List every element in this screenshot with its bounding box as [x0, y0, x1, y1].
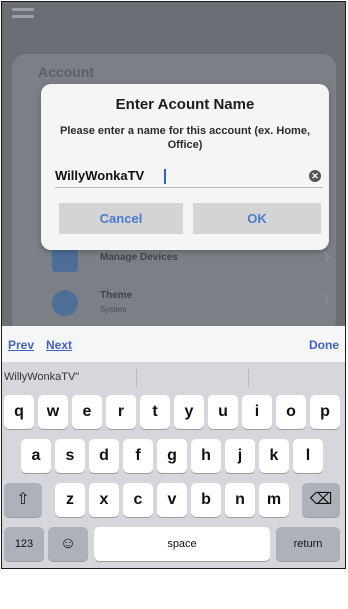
- done-button[interactable]: Done: [309, 338, 339, 352]
- key-x[interactable]: x: [89, 483, 119, 517]
- keyboard-accessory-bar: Prev Next Done: [2, 326, 345, 363]
- chevron-right-icon: ›: [324, 246, 330, 266]
- key-f[interactable]: f: [123, 439, 153, 473]
- account-name-input[interactable]: WillyWonkaTV ✕: [55, 168, 323, 188]
- suggestion-divider: [248, 369, 249, 387]
- key-j[interactable]: j: [225, 439, 255, 473]
- keyboard: WillyWonkaTV" q w e r t y u i o p a s d …: [2, 363, 345, 568]
- emoji-key[interactable]: ☺: [48, 527, 88, 561]
- key-d[interactable]: d: [89, 439, 119, 473]
- account-name-dialog: Enter Acount Name Please enter a name fo…: [41, 84, 329, 250]
- key-s[interactable]: s: [55, 439, 85, 473]
- theme-label: Theme: [100, 290, 133, 301]
- key-m[interactable]: m: [259, 483, 289, 517]
- account-name-value: WillyWonkaTV: [55, 168, 145, 183]
- phone-screen: Account Manage Devices › Theme System › …: [1, 1, 346, 569]
- key-l[interactable]: l: [293, 439, 323, 473]
- key-e[interactable]: e: [72, 395, 102, 429]
- key-o[interactable]: o: [276, 395, 306, 429]
- key-h[interactable]: h: [191, 439, 221, 473]
- next-button[interactable]: Next: [46, 338, 72, 352]
- manage-devices-label: Manage Devices: [100, 252, 178, 263]
- numbers-key[interactable]: 123: [4, 527, 44, 561]
- dialog-title: Enter Acount Name: [115, 96, 255, 113]
- key-i[interactable]: i: [242, 395, 272, 429]
- theme-value: System: [100, 305, 127, 314]
- suggestion-divider: [136, 369, 137, 387]
- cancel-button[interactable]: Cancel: [59, 203, 183, 234]
- theme-row[interactable]: Theme System ›: [28, 284, 330, 324]
- backspace-key[interactable]: ⌫: [302, 483, 340, 517]
- clear-icon[interactable]: ✕: [309, 170, 321, 182]
- palette-icon: [52, 290, 78, 316]
- shift-key[interactable]: ⇧: [4, 483, 42, 517]
- key-a[interactable]: a: [21, 439, 51, 473]
- key-w[interactable]: w: [38, 395, 68, 429]
- key-k[interactable]: k: [259, 439, 289, 473]
- prev-button[interactable]: Prev: [8, 338, 34, 352]
- key-n[interactable]: n: [225, 483, 255, 517]
- key-z[interactable]: z: [55, 483, 85, 517]
- account-card-title: Account: [38, 64, 94, 80]
- key-g[interactable]: g: [157, 439, 187, 473]
- key-q[interactable]: q: [4, 395, 34, 429]
- key-v[interactable]: v: [157, 483, 187, 517]
- space-key[interactable]: space: [94, 527, 270, 561]
- dialog-message: Please enter a name for this account (ex…: [59, 125, 311, 151]
- key-t[interactable]: t: [140, 395, 170, 429]
- chevron-right-icon: ›: [324, 288, 330, 308]
- text-caret: [164, 169, 166, 184]
- key-r[interactable]: r: [106, 395, 136, 429]
- key-p[interactable]: p: [310, 395, 340, 429]
- key-y[interactable]: y: [174, 395, 204, 429]
- suggestion-bar: WillyWonkaTV": [2, 363, 345, 393]
- ok-button[interactable]: OK: [193, 203, 321, 234]
- key-u[interactable]: u: [208, 395, 238, 429]
- menu-icon[interactable]: [12, 8, 34, 22]
- return-key[interactable]: return: [276, 527, 340, 561]
- suggestion-item[interactable]: WillyWonkaTV": [4, 371, 79, 383]
- key-c[interactable]: c: [123, 483, 153, 517]
- key-b[interactable]: b: [191, 483, 221, 517]
